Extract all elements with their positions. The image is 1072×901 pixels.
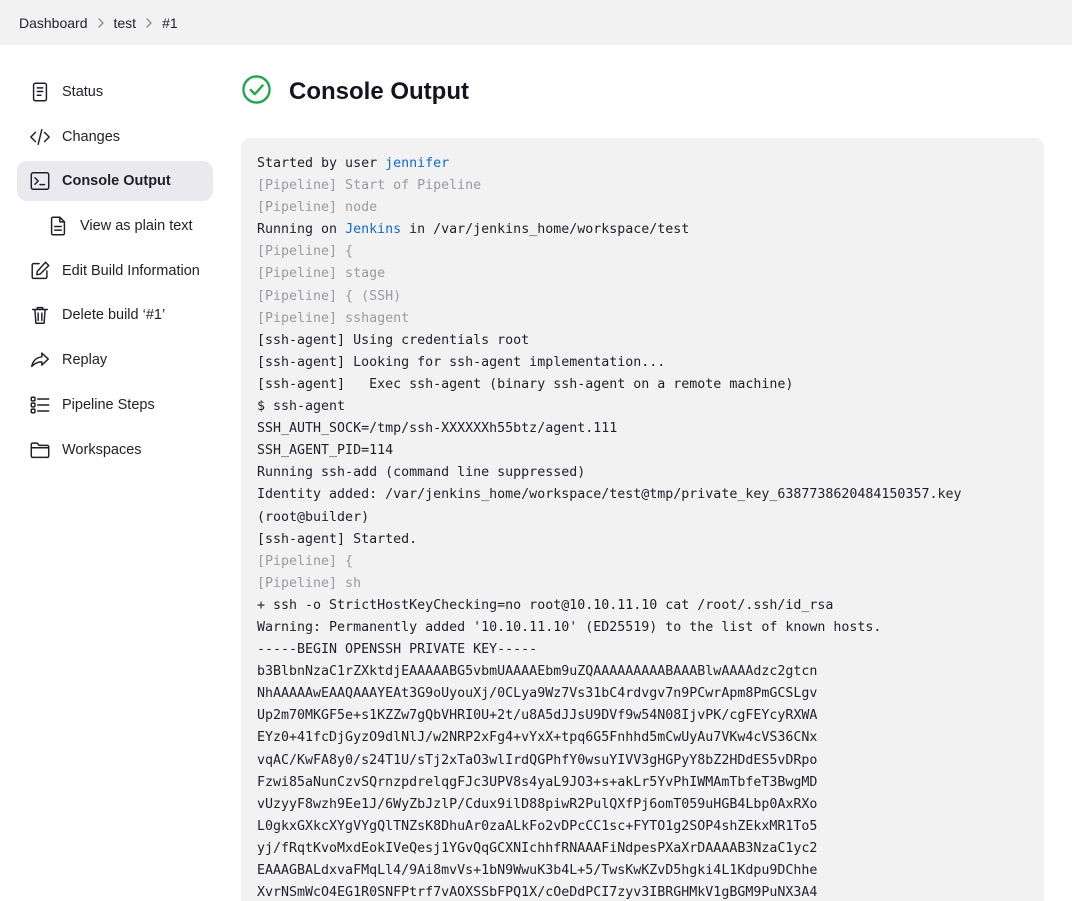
sidebar-item-label: Changes bbox=[62, 128, 121, 145]
console-line: [Pipeline] stage bbox=[257, 266, 386, 282]
sidebar-item-delete-build[interactable]: Delete build ‘#1’ bbox=[17, 295, 213, 335]
console-line: [ssh-agent] Using credentials root bbox=[257, 332, 530, 348]
sidebar-item-status[interactable]: Status bbox=[17, 72, 213, 112]
console-line: + ssh -o StrictHostKeyChecking=no root@1… bbox=[257, 597, 834, 613]
console-line: Up2m70MKGF5e+s1KZZw7gQbVHRI0U+2t/u8A5dJJ… bbox=[257, 708, 818, 724]
terminal-icon bbox=[28, 169, 52, 193]
sidebar: Status Changes Console Output View as pl… bbox=[17, 72, 213, 474]
user-link[interactable]: jennifer bbox=[385, 156, 449, 171]
console-line: [Pipeline] Start of Pipeline bbox=[257, 178, 482, 194]
console-line: SSH_AGENT_PID=114 bbox=[257, 443, 394, 459]
sidebar-item-edit-build-information[interactable]: Edit Build Information bbox=[17, 251, 213, 291]
sidebar-item-changes[interactable]: Changes bbox=[17, 117, 213, 157]
console-line: [Pipeline] node bbox=[257, 200, 378, 216]
sidebar-item-label: Status bbox=[62, 84, 104, 100]
console-line: [Pipeline] sh bbox=[257, 575, 362, 591]
sidebar-item-label: Delete build ‘#1’ bbox=[62, 307, 166, 324]
console-line: XvrNSmWcO4EG1R0SNFPtrf7vAOXSSbFPQ1X/cOeD… bbox=[257, 885, 818, 901]
console-line: [Pipeline] { (SSH) bbox=[257, 288, 402, 304]
steps-icon bbox=[28, 393, 52, 417]
breadcrumb: Dashboard test #1 bbox=[0, 0, 1072, 45]
sidebar-item-label: View as plain text bbox=[80, 218, 193, 235]
console-line: Running ssh-add (command line suppressed… bbox=[257, 465, 586, 481]
sidebar-item-label: Pipeline Steps bbox=[62, 396, 155, 413]
console-line: vqAC/KwFA8y0/s24T1U/sTj2xTaO3wlIrdQGPhfY… bbox=[257, 752, 818, 768]
console-line: EYz0+41fcDjGyzO9dlNlJ/w2NRP2xFg4+vYxX+tp… bbox=[257, 730, 818, 746]
sidebar-item-pipeline-steps[interactable]: Pipeline Steps bbox=[17, 385, 213, 425]
chevron-right-icon bbox=[88, 0, 114, 45]
success-check-icon bbox=[241, 74, 272, 110]
page-header: Console Output bbox=[241, 74, 469, 110]
console-output-panel: Started by user jennifer [Pipeline] Start… bbox=[241, 138, 1044, 901]
sidebar-item-label: Edit Build Information bbox=[62, 262, 200, 279]
console-line: EAAAGBALdxvaFMqLl4/9Ai8mvVs+1bN9WwuK3b4L… bbox=[257, 863, 818, 878]
sidebar-item-console-output[interactable]: Console Output bbox=[17, 161, 213, 202]
console-line: NhAAAAAwEAAQAAAYEAt3G9oUyouXj/0CLya9Wz7V… bbox=[257, 686, 818, 702]
replay-icon bbox=[28, 348, 52, 372]
console-line: Warning: Permanently added '10.10.11.10'… bbox=[257, 619, 882, 635]
console-line: Running on Jenkins in /var/jenkins_home/… bbox=[257, 219, 1028, 241]
folder-icon bbox=[28, 438, 52, 462]
console-line: SSH_AUTH_SOCK=/tmp/ssh-XXXXXXh55btz/agen… bbox=[257, 421, 618, 437]
sidebar-item-view-plain-text[interactable]: View as plain text bbox=[17, 206, 213, 246]
sidebar-item-label: Workspaces bbox=[62, 441, 142, 458]
console-line: L0gkxGXkcXYgVYgQlTNZsK8DhuAr0zaALkFo2vDP… bbox=[257, 818, 818, 834]
node-link[interactable]: Jenkins bbox=[345, 222, 401, 237]
console-line: -----BEGIN OPENSSH PRIVATE KEY----- bbox=[257, 642, 538, 658]
console-text: Running on bbox=[257, 222, 346, 238]
breadcrumb-dashboard[interactable]: Dashboard bbox=[19, 15, 88, 31]
page-title: Console Output bbox=[289, 78, 469, 105]
breadcrumb-build[interactable]: #1 bbox=[162, 15, 178, 31]
chevron-right-icon bbox=[136, 0, 162, 45]
console-line: [Pipeline] { bbox=[257, 244, 354, 260]
console-line: [ssh-agent] Started. bbox=[257, 531, 418, 547]
console-text: in /var/jenkins_home/workspace/test bbox=[401, 222, 690, 238]
edit-icon bbox=[28, 259, 52, 283]
console-line: Identity added: /var/jenkins_home/worksp… bbox=[257, 487, 962, 503]
sidebar-item-label: Replay bbox=[62, 352, 108, 369]
console-log: Started by user jennifer [Pipeline] Start… bbox=[257, 153, 1028, 901]
console-line: [ssh-agent] Looking for ssh-agent implem… bbox=[257, 354, 666, 370]
console-line: yj/fRqtKvoMxdEokIVeQesj1YGvQqGCXNIchhfRN… bbox=[257, 840, 818, 856]
code-icon bbox=[28, 125, 52, 149]
document-icon bbox=[46, 214, 70, 238]
breadcrumb-job[interactable]: test bbox=[114, 15, 137, 31]
console-line: Fzwi85aNunCzvSQrnzpdrelqgFJc3UPV8s4yaL9J… bbox=[257, 774, 818, 790]
console-line: [Pipeline] { bbox=[257, 553, 354, 569]
sidebar-item-replay[interactable]: Replay bbox=[17, 340, 213, 380]
console-line: Started by user jennifer bbox=[257, 153, 1028, 175]
console-line: vUzyyF8wzh9Ee1J/6WyZbJzlP/Cdux9ilD88piwR… bbox=[257, 796, 818, 812]
sidebar-item-workspaces[interactable]: Workspaces bbox=[17, 430, 213, 470]
status-icon bbox=[28, 80, 52, 104]
console-line: (root@builder) bbox=[257, 509, 370, 525]
console-text: Started by user bbox=[257, 156, 386, 171]
console-line: $ ssh-agent bbox=[257, 399, 346, 415]
trash-icon bbox=[28, 303, 52, 327]
console-line: [Pipeline] sshagent bbox=[257, 310, 410, 326]
console-line: b3BlbnNzaC1rZXktdjEAAAAABG5vbmUAAAAEbm9u… bbox=[257, 664, 818, 680]
sidebar-item-label: Console Output bbox=[62, 173, 171, 190]
console-line: [ssh-agent] Exec ssh-agent (binary ssh-a… bbox=[257, 376, 794, 392]
